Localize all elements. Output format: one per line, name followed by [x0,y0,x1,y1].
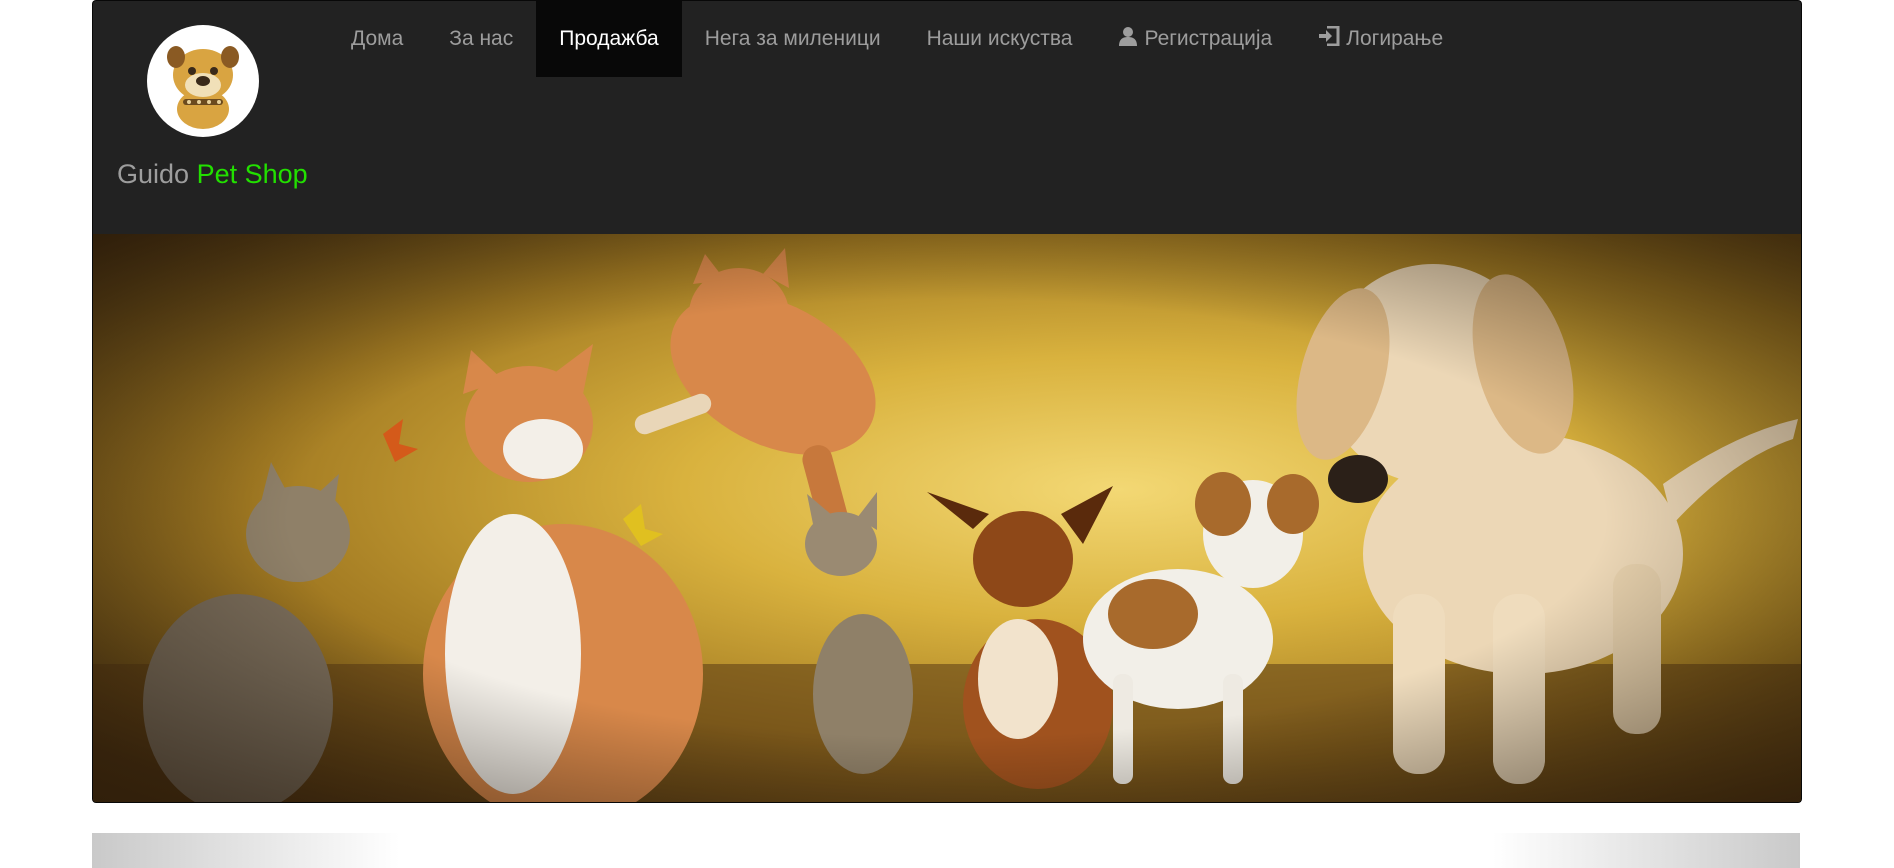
pets-banner-image [92,234,1802,803]
brand-name-part1: Guido [117,159,190,189]
nav-item-label: Наши искуства [926,27,1073,50]
brand-name[interactable]: Guido Pet Shop [117,159,308,190]
nav-item-label: За нас [449,27,514,50]
nav-item-about[interactable]: За нас [426,1,536,77]
nav-item-experiences[interactable]: Наши искуства [904,1,1096,77]
navbar: Guido Pet Shop Дома За нас Продажба Нега… [92,0,1802,235]
nav-item-login[interactable]: Логирање [1295,1,1466,77]
content-divider-band [92,833,1800,868]
nav-item-label: Дома [351,27,404,50]
user-icon [1118,26,1138,52]
login-icon [1318,25,1340,52]
nav-item-pet-care[interactable]: Нега за миленици [682,1,904,77]
page-container: Guido Pet Shop Дома За нас Продажба Нега… [92,0,1802,868]
brand[interactable]: Guido Pet Shop [117,25,317,195]
brand-name-part2: Pet Shop [196,159,308,189]
nav-item-register[interactable]: Регистрација [1095,1,1295,77]
nav-item-sales[interactable]: Продажба [536,1,682,77]
nav-item-label: Регистрација [1144,27,1273,50]
nav-item-label: Нега за миленици [704,27,881,50]
bulldog-logo-icon[interactable] [147,25,259,137]
main-nav: Дома За нас Продажба Нега за миленици На… [328,1,1466,77]
nav-item-label: Логирање [1346,27,1444,50]
nav-item-label: Продажба [559,27,659,50]
nav-item-home[interactable]: Дома [328,1,426,77]
